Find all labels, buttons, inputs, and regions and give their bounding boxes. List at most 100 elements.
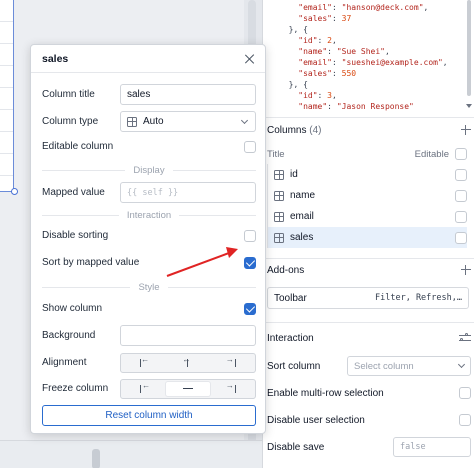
editable-column-row: Editable column: [42, 136, 256, 157]
multirow-row: Enable multi-row selection: [267, 383, 471, 403]
align-center-icon: [182, 355, 192, 367]
sliders-icon[interactable]: [459, 333, 471, 343]
sort-column-select[interactable]: Select column: [347, 356, 471, 376]
code-token: :: [327, 47, 337, 56]
code-token: "id": [298, 36, 318, 45]
freeze-none-option[interactable]: [166, 381, 210, 396]
code-token: ,: [332, 91, 337, 100]
close-icon[interactable]: [245, 54, 255, 64]
column-item-email[interactable]: email: [267, 206, 467, 227]
freeze-column-row: Freeze column: [42, 378, 256, 399]
data-code-editor[interactable]: "email": "hanson@deck.com", "sales": 37 …: [263, 0, 474, 115]
scroll-down-arrow-icon[interactable]: [466, 104, 472, 108]
code-token: :: [331, 3, 342, 12]
disable-user-selection-label: Disable user selection: [267, 414, 365, 426]
show-column-row: Show column: [42, 298, 256, 319]
show-column-checkbox[interactable]: [244, 302, 256, 315]
code-token: 37: [341, 14, 352, 23]
multirow-label: Enable multi-row selection: [267, 387, 384, 399]
background-label: Background: [42, 330, 96, 341]
sort-by-mapped-label: Sort by mapped value: [42, 257, 140, 268]
column-type-select[interactable]: Auto: [120, 111, 256, 132]
multirow-checkbox[interactable]: [459, 387, 471, 399]
add-column-icon[interactable]: [461, 125, 471, 135]
freeze-right-icon: [226, 381, 236, 393]
columns-title: Columns: [267, 124, 307, 136]
code-token: "sales": [298, 69, 332, 78]
bottom-scrollbar[interactable]: [92, 449, 100, 468]
code-token: :: [327, 102, 337, 111]
bottom-bar: [0, 440, 262, 468]
code-token: }, {: [288, 25, 308, 34]
code-scrollbar[interactable]: [466, 0, 472, 108]
code-line: "email": "hanson@deck.com",: [279, 2, 474, 13]
code-line: }, {: [279, 79, 474, 90]
code-line: "sales": 550: [279, 68, 474, 79]
reset-column-width-button[interactable]: Reset column width: [42, 405, 256, 426]
columns-list-header: Title Editable: [267, 144, 467, 164]
column-item-name[interactable]: name: [267, 185, 467, 206]
interaction-separator: Interaction: [42, 209, 256, 221]
resize-handle[interactable]: [11, 188, 18, 195]
disable-sorting-row: Disable sorting: [42, 225, 256, 246]
disable-save-input[interactable]: false: [393, 437, 471, 457]
code-token: "email": [298, 58, 332, 67]
column-label: id: [290, 169, 298, 180]
add-addon-icon[interactable]: [461, 265, 471, 275]
column-editable-checkbox[interactable]: [455, 231, 467, 244]
inspector-panel: "email": "hanson@deck.com", "sales": 37 …: [262, 0, 474, 468]
code-token: :: [331, 69, 342, 78]
sort-column-row: Sort column Select column: [267, 356, 471, 376]
sort-by-mapped-checkbox[interactable]: [244, 256, 256, 269]
column-editable-checkbox[interactable]: [455, 168, 467, 181]
align-center-option[interactable]: [166, 355, 209, 370]
column-title-input[interactable]: sales: [120, 84, 256, 105]
toolbar-addon[interactable]: Toolbar Filter, Refresh,…: [267, 287, 469, 309]
modal-title: sales: [42, 52, 69, 65]
code-token: :: [317, 36, 328, 45]
code-token: :: [331, 14, 342, 23]
interaction-section-header: Interaction: [267, 329, 471, 347]
column-editable-checkbox[interactable]: [455, 189, 467, 202]
disable-sorting-checkbox[interactable]: [244, 229, 256, 242]
table-component-preview[interactable]: [0, 0, 14, 192]
column-item-id[interactable]: id: [267, 164, 467, 185]
editable-column-checkbox[interactable]: [244, 140, 256, 153]
freeze-left-option[interactable]: [123, 381, 166, 396]
column-item-sales[interactable]: sales: [267, 227, 467, 248]
sort-by-mapped-row: Sort by mapped value: [42, 252, 256, 273]
modal-header: sales: [31, 45, 265, 73]
column-editable-checkbox[interactable]: [455, 210, 467, 223]
disable-sorting-label: Disable sorting: [42, 230, 109, 241]
column-type-grid-icon: [127, 116, 137, 127]
code-token: ,: [384, 47, 390, 56]
freeze-right-option[interactable]: [210, 381, 253, 396]
code-token: "email": [298, 3, 332, 12]
column-settings-modal: sales Column title sales Column type Aut…: [30, 44, 266, 434]
column-label: sales: [290, 232, 314, 243]
code-token: "sales": [298, 14, 332, 23]
code-token: :: [317, 91, 328, 100]
code-line: "email": "sueshei@example.com",: [279, 57, 474, 68]
column-title-label: Column title: [42, 89, 95, 100]
column-grid-icon: [274, 232, 284, 243]
freeze-none-icon: [182, 387, 193, 390]
align-right-option[interactable]: [210, 355, 253, 370]
code-line: }, {: [279, 24, 474, 35]
addons-section-header: Add-ons: [267, 261, 471, 279]
style-separator-label: Style: [138, 281, 160, 293]
display-separator: Display: [42, 164, 256, 176]
code-token: }, {: [288, 80, 308, 89]
editable-all-checkbox[interactable]: [455, 148, 467, 160]
columns-count: (4): [309, 124, 322, 136]
code-token: "sueshei@example.com": [341, 58, 443, 67]
align-left-icon: [140, 358, 149, 367]
disable-user-selection-checkbox[interactable]: [459, 414, 471, 426]
alignment-row: Alignment: [42, 352, 256, 373]
align-left-option[interactable]: [123, 356, 166, 370]
style-separator: Style: [42, 281, 256, 293]
background-input[interactable]: [120, 325, 256, 346]
code-token: 550: [341, 69, 357, 78]
columns-section-header: Columns (4): [267, 121, 471, 139]
mapped-value-input[interactable]: {{ self }}: [120, 182, 256, 203]
